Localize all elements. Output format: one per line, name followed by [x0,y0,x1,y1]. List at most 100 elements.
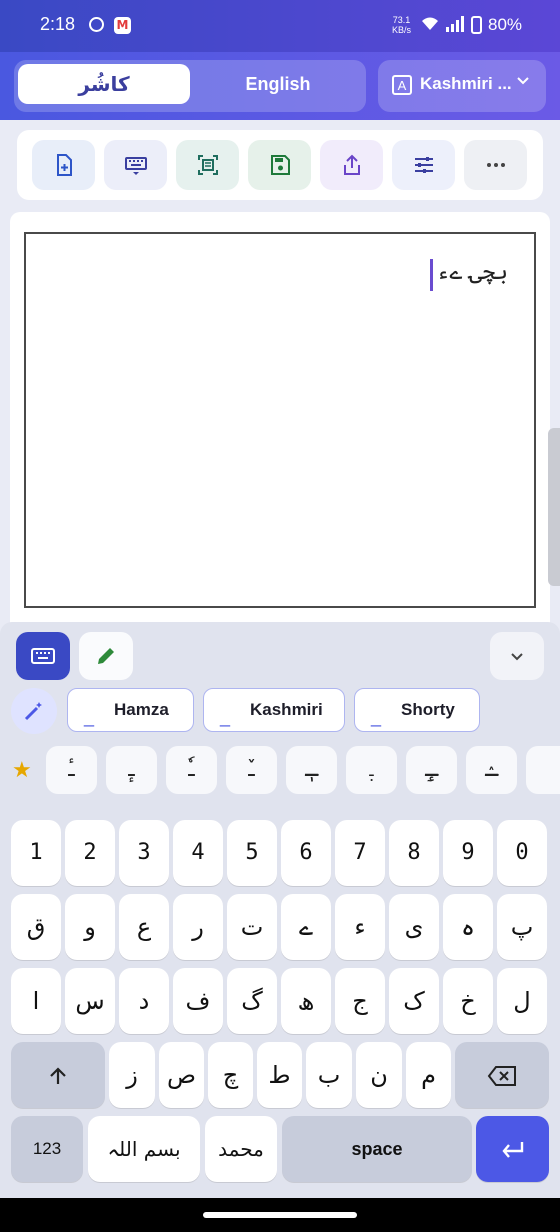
diacritic-key[interactable]: ـٜ [346,746,397,794]
letter-key[interactable]: ل [497,968,547,1034]
more-horizontal-icon [486,163,505,167]
status-time: 2:18 [40,14,76,34]
toggle-kashmiri[interactable]: کاشُر [18,64,190,104]
save-icon [270,155,290,175]
key-0[interactable]: 0 [497,820,547,886]
diacritic-key[interactable]: ـٕ [106,746,157,794]
tune-icon [414,157,433,173]
key-1[interactable]: 1 [11,820,61,886]
share-button[interactable] [320,140,383,190]
script-toggle: کاشُر English [14,60,366,112]
star-icon[interactable]: ★ [12,758,32,783]
muhammad-key[interactable]: محمد [205,1116,277,1182]
key-5[interactable]: 5 [227,820,277,886]
scan-document-icon [197,155,218,175]
letter-key[interactable]: ط [257,1042,302,1108]
letter-key[interactable]: خ [443,968,493,1034]
scan-button[interactable] [176,140,239,190]
pencil-icon [98,648,114,664]
diacritic-key[interactable]: ـٗ [166,746,217,794]
letter-key[interactable]: ہ [443,894,493,960]
letter-key[interactable]: ی [389,894,439,960]
shift-key[interactable] [11,1042,105,1108]
system-nav-bar [0,1198,560,1232]
letter-key[interactable]: ف [173,968,223,1034]
space-key[interactable]: space [282,1116,472,1182]
letter-key[interactable]: ا [11,968,61,1034]
diacritic-key[interactable]: ـٖ [286,746,337,794]
arrow-up-icon [50,1067,66,1084]
chip-label: Kashmiri [250,700,323,719]
letter-key[interactable]: ے [281,894,331,960]
letter-key[interactable]: ب [306,1042,352,1108]
language-select-label: Kashmiri ... [420,74,512,93]
chip-shorty[interactable]: _ Shorty [354,688,480,732]
key-2[interactable]: 2 [65,820,115,886]
letter-key[interactable]: گ [227,968,277,1034]
key-6[interactable]: 6 [281,820,331,886]
backspace-key[interactable] [455,1042,549,1108]
chip-kashmiri[interactable]: _ Kashmiri [203,688,345,732]
file-plus-icon [56,154,72,176]
key-4[interactable]: 4 [173,820,223,886]
new-file-button[interactable] [32,140,95,190]
chip-label: Shorty [401,700,455,719]
letter-key[interactable]: ج [335,968,385,1034]
letter-key[interactable]: س [65,968,115,1034]
editor-text: بچۍ ےء [436,260,508,285]
chip-hamza[interactable]: _ Hamza [67,688,194,732]
more-button[interactable] [464,140,527,190]
save-button[interactable] [248,140,311,190]
letter-key[interactable]: ع [119,894,169,960]
letter-key[interactable]: ن [356,1042,402,1108]
settings-button[interactable] [392,140,455,190]
text-cursor [430,259,433,291]
enter-key[interactable] [476,1116,549,1182]
battery-icon [471,16,482,34]
bismillah-key[interactable]: بسم اللہ [88,1116,200,1182]
letter-key[interactable]: و [65,894,115,960]
key-9[interactable]: 9 [443,820,493,886]
letter-key[interactable]: ھ [281,968,331,1034]
handwriting-mode-button[interactable] [79,632,133,680]
home-gesture-pill[interactable] [203,1212,357,1218]
letter-key[interactable]: د [119,968,169,1034]
letter-key[interactable]: ر [173,894,223,960]
letter-key[interactable]: چ [208,1042,253,1108]
key-8[interactable]: 8 [389,820,439,886]
letter-key[interactable]: ص [159,1042,204,1108]
numbers-key[interactable]: 123 [11,1116,83,1182]
status-bar: 2:18 M 73.1 KB/s 80% [0,0,560,52]
editor-card: بچۍ ےء [10,212,550,632]
collapse-keyboard-button[interactable] [490,632,544,680]
toggle-english[interactable]: English [194,64,362,104]
signal-icon [446,16,464,32]
chip-prefix: _ [371,707,382,727]
text-editor[interactable]: بچۍ ےء [24,232,536,608]
letter-key[interactable]: ء [335,894,385,960]
notification-circle-icon [89,17,104,32]
letter-key[interactable]: ز [109,1042,155,1108]
diacritic-key[interactable]: ـٚ [226,746,277,794]
diacritic-key[interactable]: ـٟ [406,746,457,794]
letter-key[interactable]: ق [11,894,61,960]
language-select[interactable]: A Kashmiri ... [378,60,546,112]
diacritic-key[interactable]: ـٛ [466,746,517,794]
letter-key[interactable]: ت [227,894,277,960]
key-7[interactable]: 7 [335,820,385,886]
keyboard-button[interactable] [104,140,167,190]
diacritic-key-partial[interactable] [526,746,560,794]
letter-key[interactable]: م [406,1042,451,1108]
keyboard-mode-button[interactable] [16,632,70,680]
share-icon [343,154,360,175]
letter-key[interactable]: ک [389,968,439,1034]
scroll-handle[interactable] [548,428,560,586]
letter-key[interactable]: پ [497,894,547,960]
chip-prefix: _ [84,707,95,727]
diacritic-key[interactable]: ـٔ [46,746,97,794]
keyboard-panel: _ Hamza _ Kashmiri _ Shorty ★ ـٔ ـٕ ـٗ ـ… [0,622,560,1198]
notification-app-icon: M [114,17,131,34]
chevron-down-icon [515,72,531,92]
key-3[interactable]: 3 [119,820,169,886]
magic-wand-button[interactable] [11,688,57,734]
